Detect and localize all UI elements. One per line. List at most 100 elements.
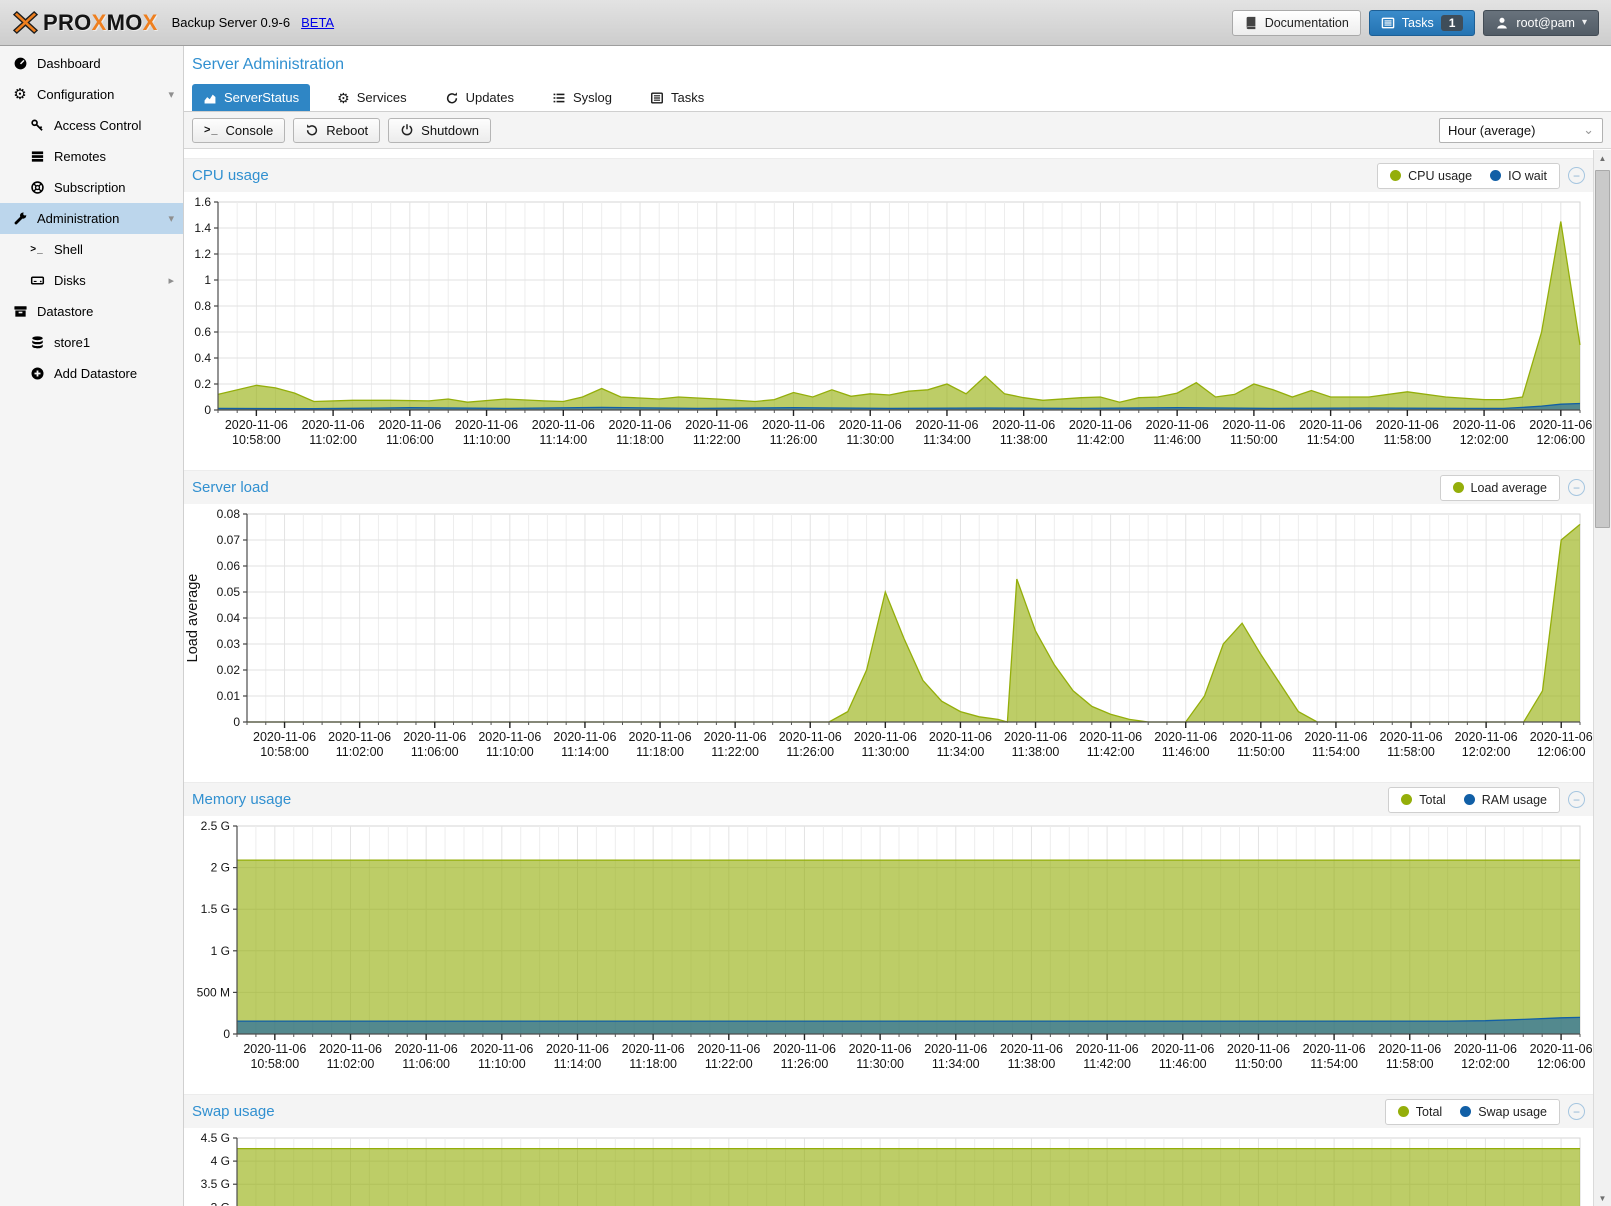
sidebar-item-label: Disks	[54, 273, 86, 288]
svg-text:1: 1	[204, 273, 211, 287]
legend-item-load-average[interactable]: Load average	[1453, 481, 1547, 495]
task-list-icon	[1381, 16, 1395, 30]
panel-body: 00.010.020.030.040.050.060.070.082020-11…	[184, 504, 1593, 767]
timeframe-select[interactable]: Hour (average) ⌄	[1439, 118, 1603, 143]
svg-text:2020-11-06: 2020-11-06	[403, 730, 466, 744]
svg-text:11:26:00: 11:26:00	[786, 745, 834, 759]
disk-icon	[27, 273, 47, 288]
collapse-panel-button[interactable]: −	[1568, 167, 1585, 184]
collapse-panel-button[interactable]: −	[1568, 791, 1585, 808]
svg-text:2020-11-06: 2020-11-06	[378, 418, 441, 432]
svg-text:0.04: 0.04	[217, 611, 241, 625]
svg-text:11:10:00: 11:10:00	[478, 1057, 526, 1071]
panel-title: Swap usage	[192, 1103, 275, 1120]
sidebar-item-configuration[interactable]: ⚙Configuration▾	[0, 79, 183, 110]
svg-text:11:38:00: 11:38:00	[1000, 433, 1048, 447]
wrench-icon	[10, 211, 30, 226]
tab-label: Services	[357, 90, 407, 105]
sidebar-item-add-datastore[interactable]: Add Datastore	[0, 358, 183, 389]
shutdown-button[interactable]: Shutdown	[388, 118, 491, 143]
chevron-down-icon: ⌄	[1583, 122, 1594, 138]
tasks-button[interactable]: Tasks 1	[1369, 10, 1476, 36]
user-menu-button[interactable]: root@pam ▾	[1483, 10, 1599, 36]
svg-text:2020-11-06: 2020-11-06	[697, 1042, 760, 1056]
reboot-icon	[305, 123, 319, 137]
tab-serverstatus[interactable]: ServerStatus	[192, 84, 310, 111]
collapse-panel-button[interactable]: −	[1568, 479, 1585, 496]
cpu-chart: 00.20.40.60.811.21.41.62020-11-0610:58:0…	[184, 192, 1593, 455]
tab-tasks[interactable]: Tasks	[639, 84, 715, 111]
sidebar-item-label: Configuration	[37, 87, 114, 102]
svg-text:0.2: 0.2	[194, 377, 211, 391]
svg-text:11:02:00: 11:02:00	[327, 1057, 375, 1071]
svg-text:11:50:00: 11:50:00	[1235, 1057, 1283, 1071]
svg-text:2020-11-06: 2020-11-06	[532, 418, 595, 432]
svg-text:2020-11-06: 2020-11-06	[319, 1042, 382, 1056]
sidebar-item-access-control[interactable]: Access Control	[0, 110, 183, 141]
svg-text:2 G: 2 G	[211, 861, 230, 875]
legend-dot	[1460, 1106, 1471, 1117]
reboot-button[interactable]: Reboot	[293, 118, 380, 143]
svg-text:2020-11-06: 2020-11-06	[225, 418, 288, 432]
svg-text:2020-11-06: 2020-11-06	[1222, 418, 1285, 432]
svg-text:11:14:00: 11:14:00	[554, 1057, 602, 1071]
sidebar-item-datastore[interactable]: Datastore	[0, 296, 183, 327]
svg-text:11:58:00: 11:58:00	[1387, 745, 1435, 759]
vertical-scrollbar[interactable]: ▲ ▼	[1593, 150, 1611, 1206]
sidebar-item-subscription[interactable]: Subscription	[0, 172, 183, 203]
legend-dot	[1490, 170, 1501, 181]
console-button[interactable]: >_ Console	[192, 118, 285, 143]
panel-load: Server load Load average − 00.010.020.030.0…	[184, 470, 1593, 767]
svg-text:2020-11-06: 2020-11-06	[915, 418, 978, 432]
scroll-up-arrow[interactable]: ▲	[1594, 150, 1611, 166]
svg-text:11:54:00: 11:54:00	[1307, 433, 1355, 447]
beta-link[interactable]: BETA	[301, 15, 334, 30]
svg-text:0.08: 0.08	[217, 507, 241, 521]
svg-text:4 G: 4 G	[211, 1154, 230, 1168]
timeframe-value: Hour (average)	[1448, 123, 1535, 138]
legend-item-total[interactable]: Total	[1401, 793, 1445, 807]
sidebar-item-store1[interactable]: store1	[0, 327, 183, 358]
updates-icon	[445, 91, 459, 105]
svg-text:2020-11-06: 2020-11-06	[395, 1042, 458, 1056]
sidebar-item-label: Administration	[37, 211, 119, 226]
scrollbar-thumb[interactable]	[1595, 170, 1610, 528]
panel-title: Server load	[192, 479, 269, 496]
svg-text:2020-11-06: 2020-11-06	[1453, 418, 1516, 432]
svg-text:0.06: 0.06	[217, 559, 241, 573]
chevron-down-icon: ▾	[168, 88, 174, 101]
tab-services[interactable]: ⚙Services	[326, 84, 417, 111]
svg-text:2020-11-06: 2020-11-06	[1000, 1042, 1063, 1056]
svg-text:2020-11-06: 2020-11-06	[629, 730, 692, 744]
svg-text:11:46:00: 11:46:00	[1162, 745, 1210, 759]
svg-text:11:58:00: 11:58:00	[1386, 1057, 1434, 1071]
power-icon	[400, 123, 414, 137]
tab-updates[interactable]: Updates	[434, 84, 525, 111]
svg-text:11:06:00: 11:06:00	[411, 745, 459, 759]
svg-text:0.02: 0.02	[217, 663, 241, 677]
tab-syslog[interactable]: Syslog	[541, 84, 623, 111]
tab-label: Updates	[466, 90, 514, 105]
panel-header: Memory usageTotalRAM usage−	[184, 782, 1593, 816]
area-chart-icon	[203, 91, 217, 105]
scroll-down-arrow[interactable]: ▼	[1594, 1190, 1611, 1206]
sidebar-item-dashboard[interactable]: Dashboard	[0, 48, 183, 79]
sidebar-item-shell[interactable]: >_Shell	[0, 234, 183, 265]
legend-item-io-wait[interactable]: IO wait	[1490, 169, 1547, 183]
sidebar-item-disks[interactable]: Disks▸	[0, 265, 183, 296]
tasks-count-badge: 1	[1441, 15, 1464, 31]
svg-text:2020-11-06: 2020-11-06	[762, 418, 825, 432]
svg-text:11:18:00: 11:18:00	[629, 1057, 677, 1071]
documentation-button[interactable]: Documentation	[1232, 10, 1361, 36]
legend-item-total[interactable]: Total	[1398, 1105, 1442, 1119]
svg-text:2020-11-06: 2020-11-06	[924, 1042, 987, 1056]
chart-legend: CPU usage IO wait	[1377, 163, 1560, 189]
legend-item-cpu-usage[interactable]: CPU usage	[1390, 169, 1472, 183]
legend-item-swap-usage[interactable]: Swap usage	[1460, 1105, 1547, 1119]
legend-label: IO wait	[1508, 169, 1547, 183]
sidebar-item-remotes[interactable]: Remotes	[0, 141, 183, 172]
collapse-panel-button[interactable]: −	[1568, 1103, 1585, 1120]
legend-item-ram-usage[interactable]: RAM usage	[1464, 793, 1547, 807]
sidebar-item-administration[interactable]: Administration▾	[0, 203, 183, 234]
svg-text:1.5 G: 1.5 G	[201, 902, 230, 916]
